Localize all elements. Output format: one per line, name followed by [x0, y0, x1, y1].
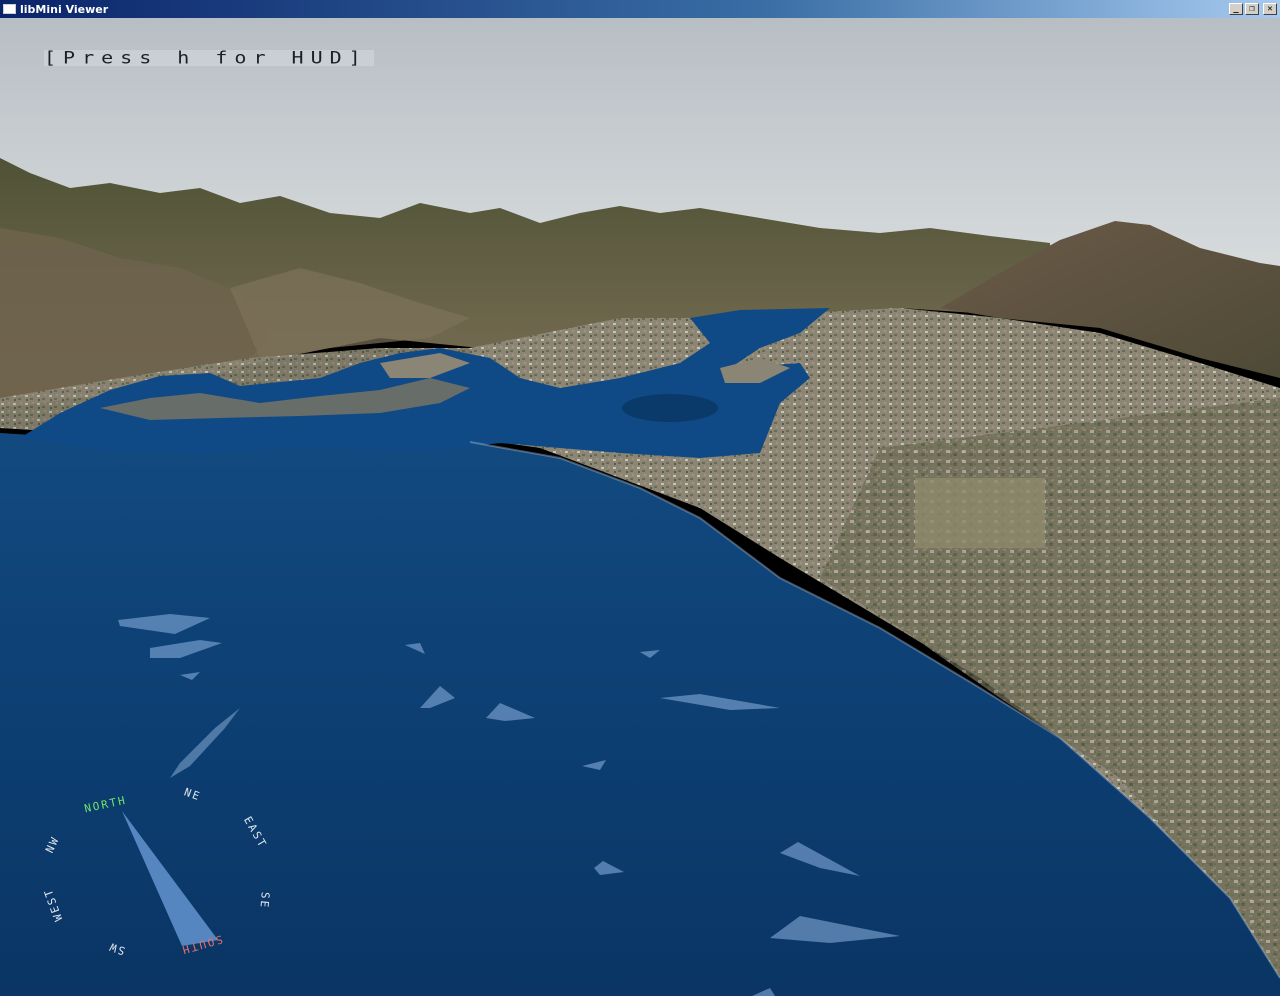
restore-button[interactable]: ❐	[1245, 3, 1259, 15]
window-title-bar[interactable]: libMini Viewer _ ❐ ✕	[0, 0, 1280, 18]
close-button[interactable]: ✕	[1263, 3, 1277, 15]
3d-terrain-viewport[interactable]: [Press h for HUD] NORTH NE EAST SE SOUTH…	[0, 18, 1280, 996]
hud-hint-label: [Press h for HUD]	[44, 49, 374, 67]
window-title: libMini Viewer	[20, 2, 109, 16]
terrain-scene	[0, 18, 1280, 996]
app-icon	[3, 4, 16, 14]
minimize-button[interactable]: _	[1229, 3, 1243, 15]
